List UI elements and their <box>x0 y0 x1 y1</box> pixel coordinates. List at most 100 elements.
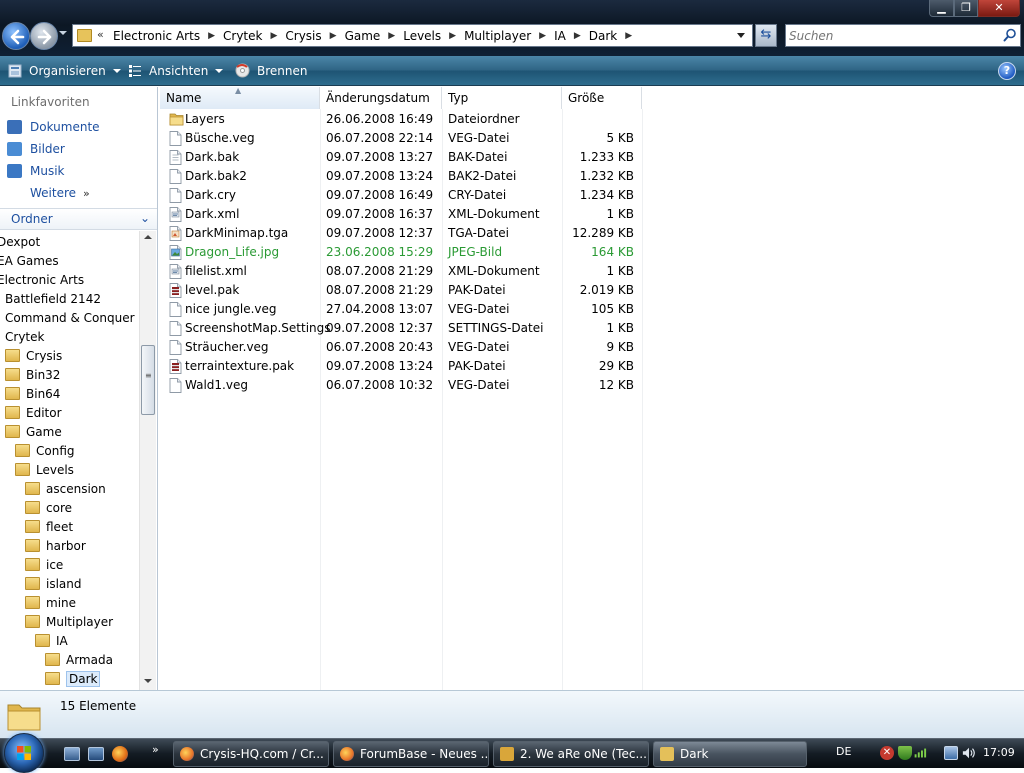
breadcrumb-separator-arrow[interactable]: ▶ <box>202 31 221 41</box>
tree-item[interactable]: Levels <box>15 460 74 479</box>
tree-item[interactable]: ascension <box>25 479 106 498</box>
file-row[interactable]: DarkMinimap.tga 09.07.2008 12:37 TGA-Datei… <box>159 224 642 243</box>
file-row[interactable]: Büsche.veg 06.07.2008 22:14 VEG-Datei 5 KB <box>159 129 642 148</box>
tree-item[interactable]: Armada <box>45 650 113 669</box>
column-header-date[interactable]: Änderungsdatum <box>320 87 442 109</box>
tree-item[interactable]: ice <box>25 555 63 574</box>
tree-item[interactable]: Battlefield 2142 <box>5 289 101 308</box>
network-icon[interactable] <box>944 746 958 760</box>
start-button[interactable] <box>4 733 44 773</box>
file-row[interactable]: Dark.cry 09.07.2008 16:49 CRY-Datei 1.234 K… <box>159 186 642 205</box>
breadcrumb-separator-arrow[interactable]: ▶ <box>324 31 343 41</box>
forward-button[interactable] <box>30 22 58 50</box>
more-links-button[interactable]: Weitere » <box>30 184 90 202</box>
signal-bars-icon[interactable] <box>914 746 928 760</box>
language-indicator[interactable]: DE <box>836 745 851 758</box>
scroll-up-arrow[interactable] <box>144 235 152 239</box>
refresh-button[interactable]: ⇆ <box>755 24 777 47</box>
tree-item[interactable]: IA <box>35 631 68 650</box>
breadcrumb-separator-arrow[interactable]: ▶ <box>568 31 587 41</box>
close-button[interactable]: ✕ <box>978 0 1020 17</box>
file-row[interactable]: nice jungle.veg 27.04.2008 13:07 VEG-Datei… <box>159 300 642 319</box>
clock[interactable]: 17:09 <box>983 746 1015 759</box>
breadcrumb-item[interactable]: Dark <box>587 29 619 43</box>
favorite-link-pictures[interactable]: Bilder <box>7 140 65 158</box>
file-row[interactable]: Sträucher.veg 06.07.2008 20:43 VEG-Datei 9 … <box>159 338 642 357</box>
recent-pages-dropdown[interactable] <box>59 31 67 35</box>
taskbar-item-crysis-hq[interactable]: Crysis-HQ.com / Cr... <box>173 741 329 767</box>
tree-item[interactable]: Game <box>5 422 62 441</box>
file-row[interactable]: Dragon_Life.jpg 23.06.2008 15:29 JPEG-Bild… <box>159 243 642 262</box>
tree-item[interactable]: harbor <box>25 536 86 555</box>
breadcrumb-item[interactable]: Game <box>343 29 383 43</box>
taskbar-item-we-are-one[interactable]: 2. We aRe oNe (Tec... <box>493 741 649 767</box>
folder-tree-scrollbar[interactable]: ≡ <box>139 231 156 690</box>
firefox-icon[interactable] <box>112 746 128 762</box>
breadcrumb-item[interactable]: Electronic Arts <box>111 29 202 43</box>
tree-item[interactable]: Dexpot <box>0 232 40 251</box>
volume-icon[interactable] <box>962 746 976 760</box>
tree-item[interactable]: EA Games <box>0 251 59 270</box>
file-row[interactable]: terraintexture.pak 09.07.2008 13:24 PAK-Da… <box>159 357 642 376</box>
favorite-link-music[interactable]: Musik <box>7 162 65 180</box>
taskbar-item-forumbase[interactable]: ForumBase - Neues ... <box>333 741 489 767</box>
breadcrumb-item[interactable]: Crysis <box>283 29 323 43</box>
column-header-name[interactable]: Name ▲ <box>160 87 320 109</box>
address-overflow-chevron[interactable]: « <box>97 28 104 41</box>
folders-toggle[interactable]: Ordner ⌄ <box>0 208 157 230</box>
tree-item[interactable]: Dark <box>45 669 101 688</box>
breadcrumb-separator-arrow[interactable]: ▶ <box>533 31 552 41</box>
maximize-button[interactable]: ❐ <box>954 0 978 17</box>
help-button[interactable]: ? <box>998 62 1016 80</box>
tree-item[interactable]: fleet <box>25 517 73 536</box>
file-row[interactable]: Dark.xml 09.07.2008 16:37 XML-Dokument 1 KB <box>159 205 642 224</box>
file-row[interactable]: Layers 26.06.2008 16:49 Dateiordner <box>159 110 642 129</box>
favorite-link-documents[interactable]: Dokumente <box>7 118 100 136</box>
column-header-type[interactable]: Typ <box>442 87 562 109</box>
file-row[interactable]: Wald1.veg 06.07.2008 10:32 VEG-Datei 12 KB <box>159 376 642 395</box>
scroll-thumb[interactable]: ≡ <box>141 345 155 415</box>
breadcrumb-item[interactable]: Levels <box>401 29 443 43</box>
tree-item[interactable]: Command & Conquer 3 <box>5 308 139 327</box>
tree-item[interactable]: Electronic Arts <box>0 270 84 289</box>
taskbar-item-dark[interactable]: Dark <box>653 741 807 767</box>
breadcrumb-item[interactable]: IA <box>552 29 568 43</box>
search-box[interactable] <box>785 24 1021 47</box>
scroll-down-arrow[interactable] <box>144 679 152 683</box>
file-row[interactable]: Dark.bak2 09.07.2008 13:24 BAK2-Datei 1.232… <box>159 167 642 186</box>
breadcrumb-separator-arrow[interactable]: ▶ <box>443 31 462 41</box>
address-dropdown-arrow[interactable] <box>737 33 745 38</box>
search-icon[interactable] <box>1003 28 1017 42</box>
views-menu[interactable]: Ansichten <box>128 56 224 85</box>
address-bar[interactable]: « Electronic Arts ▶ Crytek ▶ Crysis ▶ Game ▶ Lev… <box>72 24 753 47</box>
tree-item[interactable]: Config <box>15 441 75 460</box>
tree-item[interactable]: Crytek <box>5 327 44 346</box>
breadcrumb-separator-arrow[interactable]: ▶ <box>619 31 638 41</box>
tree-item[interactable]: Multiplayer <box>25 612 113 631</box>
security-alert-icon[interactable]: ✕ <box>880 746 894 760</box>
tree-item[interactable]: mine <box>25 593 76 612</box>
antivirus-shield-icon[interactable] <box>898 746 912 760</box>
column-header-size[interactable]: Größe <box>562 87 642 109</box>
file-row[interactable]: level.pak 08.07.2008 21:29 PAK-Datei 2.019 … <box>159 281 642 300</box>
quick-launch-more-button[interactable]: » <box>152 743 159 756</box>
tree-item[interactable]: core <box>25 498 72 517</box>
breadcrumb-separator-arrow[interactable]: ▶ <box>382 31 401 41</box>
file-row[interactable]: Dark.bak 09.07.2008 13:27 BAK-Datei 1.233 K… <box>159 148 642 167</box>
tree-item[interactable]: Bin64 <box>5 384 60 403</box>
organize-menu[interactable]: Organisieren <box>8 56 121 85</box>
back-button[interactable] <box>2 22 30 50</box>
tree-item[interactable]: island <box>25 574 82 593</box>
tree-item[interactable]: Editor <box>5 403 62 422</box>
tree-item[interactable]: Crysis <box>5 346 62 365</box>
breadcrumb-item[interactable]: Multiplayer <box>462 29 533 43</box>
show-desktop-icon[interactable] <box>64 747 80 761</box>
tree-item[interactable]: Bin32 <box>5 365 60 384</box>
file-row[interactable]: ScreenshotMap.Settings 09.07.2008 12:37 SE… <box>159 319 642 338</box>
minimize-button[interactable]: ▁ <box>929 0 954 17</box>
burn-button[interactable]: Brennen <box>235 56 307 85</box>
breadcrumb-item[interactable]: Crytek <box>221 29 264 43</box>
file-row[interactable]: filelist.xml 08.07.2008 21:29 XML-Dokument… <box>159 262 642 281</box>
breadcrumb-separator-arrow[interactable]: ▶ <box>264 31 283 41</box>
switch-windows-icon[interactable] <box>88 747 104 761</box>
